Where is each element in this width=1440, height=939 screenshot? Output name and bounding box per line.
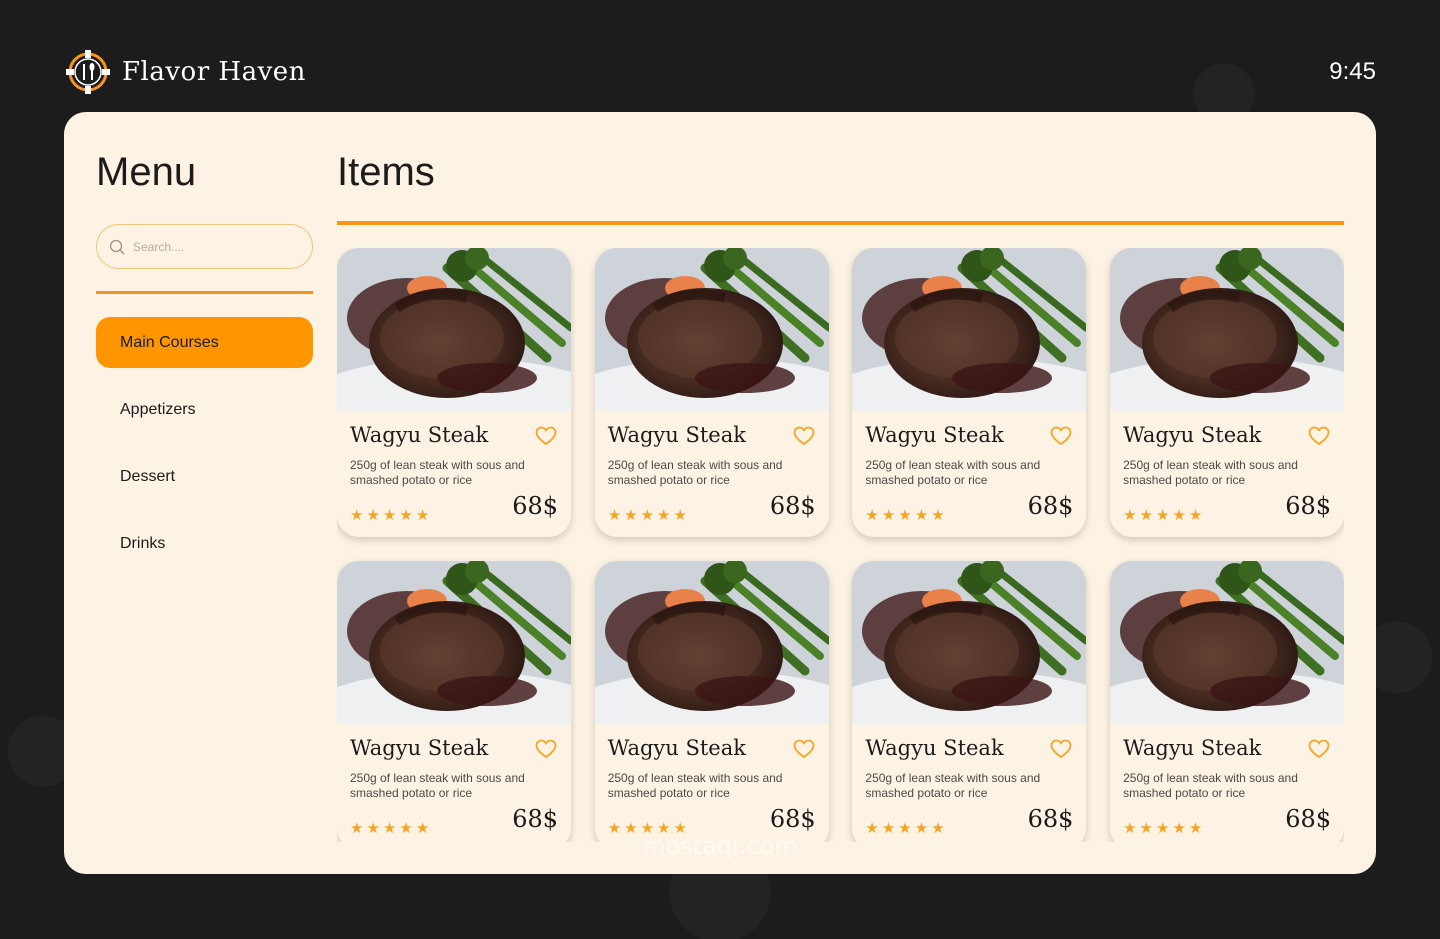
star-icon: ★	[865, 507, 879, 524]
category-main-courses[interactable]: Main Courses	[96, 317, 313, 368]
item-card[interactable]: Wagyu Steak 250g of lean steak with sous…	[594, 561, 829, 842]
items-title: Items	[337, 150, 435, 194]
item-card[interactable]: Wagyu Steak 250g of lean steak with sous…	[337, 561, 571, 842]
star-icon: ★	[350, 507, 364, 524]
item-price: 68$	[512, 492, 558, 520]
item-photo	[852, 561, 1087, 724]
item-name: Wagyu Steak	[350, 736, 489, 760]
menu-panel: Menu Main Courses Appetizers Dessert Drinks…	[64, 112, 1376, 874]
star-icon: ★	[657, 507, 671, 524]
star-icon: ★	[914, 507, 929, 524]
item-name: Wagyu Steak	[607, 423, 746, 447]
item-photo	[1110, 561, 1344, 724]
star-icon: ★	[1123, 507, 1137, 524]
rating-stars: ★ ★ ★ ★ ★	[350, 508, 429, 523]
item-description: 250g of lean steak with sous and smashed…	[607, 458, 783, 487]
star-icon: ★	[415, 507, 430, 524]
star-icon: ★	[1172, 507, 1186, 524]
star-icon: ★	[607, 507, 622, 524]
item-description: 250g of lean steak with sous and smashed…	[1123, 771, 1298, 800]
item-card[interactable]: Wagyu Steak 250g of lean steak with sous…	[337, 248, 571, 537]
rating-stars: ★ ★ ★ ★ ★	[608, 508, 687, 523]
brand-name: Flavor Haven	[122, 57, 306, 87]
star-icon: ★	[1188, 507, 1203, 524]
favorite-heart-icon[interactable]	[1050, 426, 1072, 446]
sidebar-divider	[96, 291, 313, 294]
brand: Flavor Haven	[64, 48, 306, 96]
category-appetizers[interactable]: Appetizers	[96, 384, 313, 435]
item-price: 68$	[1027, 492, 1074, 520]
watermark: mostaql.com	[642, 832, 798, 860]
item-price: 68$	[769, 492, 816, 520]
item-description: 250g of lean steak with sous and smashed…	[865, 771, 1041, 800]
item-name: Wagyu Steak	[1123, 423, 1262, 447]
search-box[interactable]	[96, 224, 313, 269]
item-card[interactable]: Wagyu Steak 250g of lean steak with sous…	[594, 248, 829, 537]
category-dessert[interactable]: Dessert	[96, 451, 313, 502]
favorite-heart-icon[interactable]	[1308, 739, 1330, 759]
item-card[interactable]: Wagyu Steak 250g of lean steak with sous…	[852, 561, 1087, 842]
clock: 9:45	[1329, 58, 1376, 85]
item-name: Wagyu Steak	[607, 736, 746, 760]
favorite-heart-icon[interactable]	[535, 426, 557, 446]
category-drinks[interactable]: Drinks	[96, 518, 313, 569]
restaurant-logo-icon	[64, 48, 112, 96]
item-description: 250g of lean steak with sous and smashed…	[350, 458, 525, 487]
favorite-heart-icon[interactable]	[1050, 739, 1072, 759]
star-icon: ★	[931, 507, 945, 524]
item-name: Wagyu Steak	[865, 736, 1004, 760]
item-name: Wagyu Steak	[1123, 736, 1262, 760]
top-bar: Flavor Haven 9:45	[64, 46, 1376, 98]
item-photo	[852, 248, 1087, 411]
item-photo	[594, 248, 829, 411]
item-price: 68$	[769, 805, 816, 833]
star-icon: ★	[366, 507, 380, 524]
item-description: 250g of lean steak with sous and smashed…	[1123, 458, 1298, 487]
item-name: Wagyu Steak	[350, 423, 489, 447]
item-photo	[1110, 248, 1344, 411]
star-icon: ★	[1139, 507, 1153, 524]
star-icon: ★	[382, 507, 397, 524]
favorite-heart-icon[interactable]	[793, 426, 815, 446]
favorite-heart-icon[interactable]	[793, 739, 815, 759]
search-icon	[109, 239, 125, 254]
item-card[interactable]: Wagyu Steak 250g of lean steak with sous…	[852, 248, 1087, 537]
star-icon: ★	[673, 507, 687, 524]
item-photo	[594, 561, 829, 724]
item-description: 250g of lean steak with sous and smashed…	[350, 771, 525, 800]
item-description: 250g of lean steak with sous and smashed…	[607, 771, 783, 800]
star-icon: ★	[898, 507, 912, 524]
item-photo	[337, 561, 571, 724]
item-photo	[337, 248, 571, 411]
sidebar-title: Menu	[96, 150, 197, 194]
item-price: 68$	[512, 805, 558, 833]
star-icon: ★	[624, 507, 638, 524]
item-price: 68$	[1027, 805, 1074, 833]
rating-stars: ★ ★ ★ ★ ★	[1123, 508, 1202, 523]
item-price: 68$	[1285, 492, 1332, 520]
favorite-heart-icon[interactable]	[535, 739, 557, 759]
rating-stars: ★ ★ ★ ★ ★	[865, 508, 944, 523]
item-card[interactable]: Wagyu Steak 250g of lean steak with sous…	[1110, 561, 1344, 842]
star-icon: ★	[640, 507, 655, 524]
item-price: 68$	[1285, 805, 1332, 833]
items-divider	[337, 221, 1344, 225]
search-input[interactable]	[133, 239, 293, 254]
items-section: Items Wagyu Steak 250g of lean steak wit…	[337, 112, 1344, 874]
favorite-heart-icon[interactable]	[1308, 426, 1330, 446]
item-description: 250g of lean steak with sous and smashed…	[865, 458, 1041, 487]
item-card[interactable]: Wagyu Steak 250g of lean steak with sous…	[1110, 248, 1344, 537]
star-icon: ★	[1156, 507, 1170, 524]
star-icon: ★	[399, 507, 413, 524]
item-name: Wagyu Steak	[865, 423, 1004, 447]
star-icon: ★	[881, 507, 896, 524]
items-grid: Wagyu Steak 250g of lean steak with sous…	[337, 248, 1344, 842]
